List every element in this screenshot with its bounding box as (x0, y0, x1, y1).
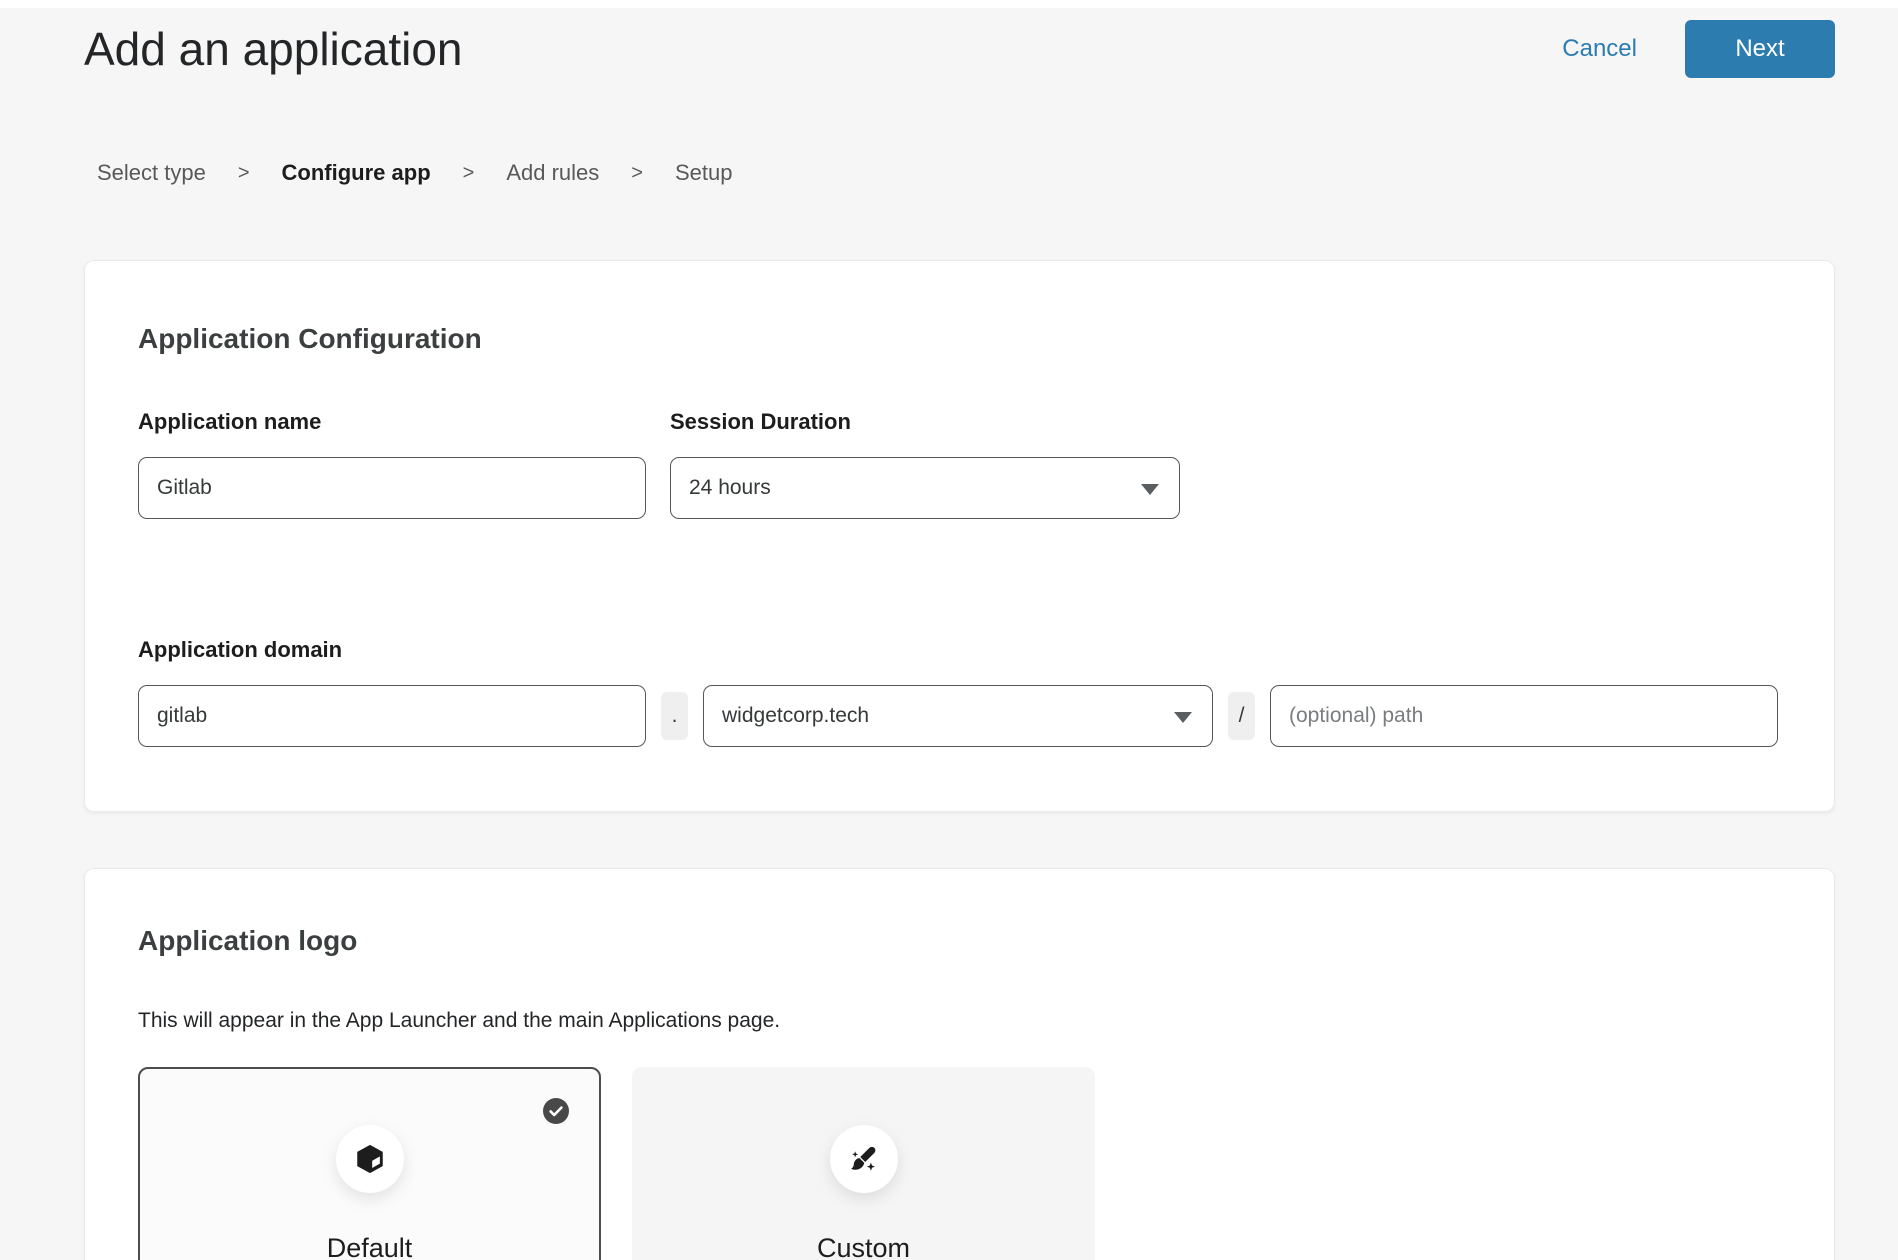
top-strip (0, 0, 1898, 8)
application-logo-card: Application logo This will appear in the… (84, 868, 1835, 1260)
session-duration-field: Session Duration 24 hours (670, 409, 1180, 519)
application-domain-label: Application domain (138, 637, 1781, 663)
logo-option-default[interactable]: Default (138, 1067, 601, 1260)
application-name-field: Application name (138, 409, 646, 519)
logo-options: Default Custom (138, 1067, 1781, 1260)
breadcrumb-step-select-type[interactable]: Select type (97, 160, 206, 186)
page-title: Add an application (84, 22, 463, 76)
logo-option-label: Default (140, 1233, 599, 1260)
logo-description: This will appear in the App Launcher and… (138, 1009, 1781, 1033)
session-duration-select[interactable]: 24 hours (670, 457, 1180, 519)
session-duration-label: Session Duration (670, 409, 1180, 435)
breadcrumb-separator: > (631, 162, 643, 185)
page-header: Add an application Cancel Next (0, 8, 1898, 78)
chevron-down-icon (1174, 712, 1192, 723)
slash-separator: / (1228, 692, 1255, 740)
chevron-down-icon (1141, 484, 1159, 495)
header-actions: Cancel Next (1562, 20, 1835, 78)
breadcrumb-step-configure-app[interactable]: Configure app (282, 160, 431, 186)
path-input[interactable] (1270, 685, 1778, 747)
configuration-heading: Application Configuration (138, 323, 1781, 355)
breadcrumb-separator: > (463, 162, 475, 185)
session-duration-value: 24 hours (689, 476, 771, 500)
cube-icon (353, 1142, 387, 1176)
application-domain-row: . widgetcorp.tech / (138, 685, 1781, 747)
name-session-row: Application name Session Duration 24 hou… (138, 409, 1781, 519)
application-configuration-card: Application Configuration Application na… (84, 260, 1835, 812)
paintbrush-icon (846, 1141, 882, 1177)
next-button[interactable]: Next (1685, 20, 1835, 78)
breadcrumb-separator: > (238, 162, 250, 185)
application-name-label: Application name (138, 409, 646, 435)
cancel-button[interactable]: Cancel (1562, 35, 1637, 63)
domain-select[interactable]: widgetcorp.tech (703, 685, 1213, 747)
selected-check-icon (542, 1097, 570, 1125)
breadcrumb: Select type > Configure app > Add rules … (0, 160, 1898, 186)
logo-option-custom[interactable]: Custom (632, 1067, 1095, 1260)
dot-separator: . (661, 692, 688, 740)
logo-option-label: Custom (634, 1233, 1093, 1260)
logo-heading: Application logo (138, 925, 1781, 957)
application-name-input[interactable] (138, 457, 646, 519)
custom-logo-circle (830, 1125, 898, 1193)
breadcrumb-step-setup[interactable]: Setup (675, 160, 733, 186)
default-logo-circle (336, 1125, 404, 1193)
breadcrumb-step-add-rules[interactable]: Add rules (506, 160, 599, 186)
subdomain-input[interactable] (138, 685, 646, 747)
domain-select-value: widgetcorp.tech (722, 704, 869, 728)
application-domain-section: Application domain . widgetcorp.tech / (138, 637, 1781, 747)
